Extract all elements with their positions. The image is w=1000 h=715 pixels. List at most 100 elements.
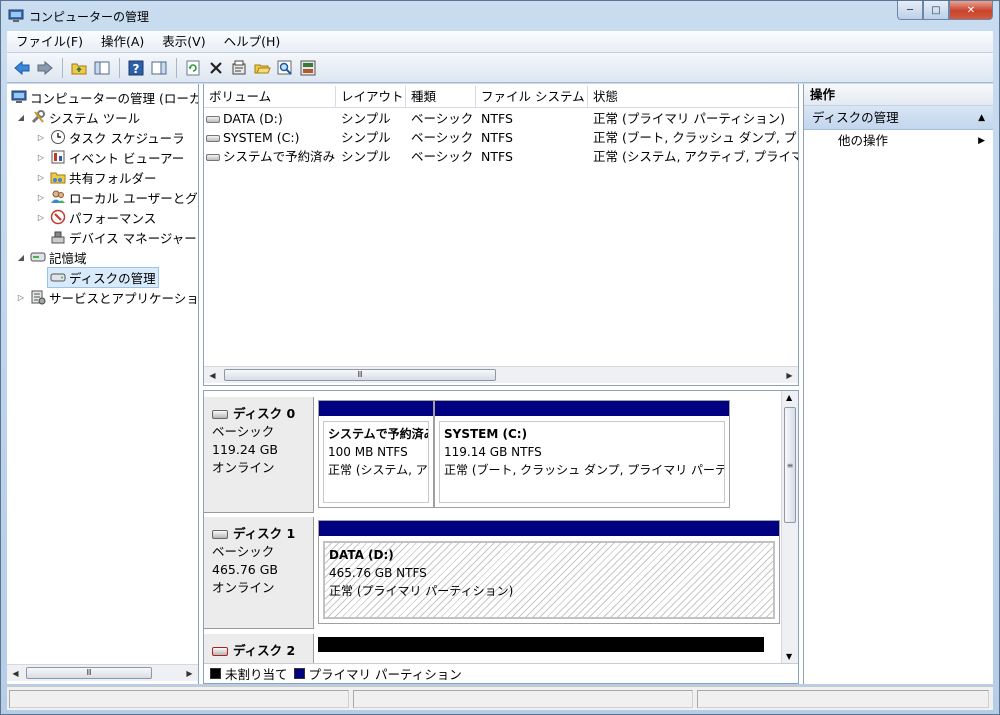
tree-selection[interactable]: ディスクの管理 [47,266,159,288]
action-more-actions[interactable]: 他の操作 ▶ [804,130,993,152]
scroll-left-icon[interactable]: ◀ [7,665,24,681]
up-folder-icon[interactable] [68,57,90,79]
column-header-type[interactable]: 種類 [406,86,476,108]
tree-item-label: コンピューターの管理 (ローカ [30,90,199,106]
expand-triangle-icon[interactable]: ▷ [35,133,47,142]
close-button[interactable]: ✕ [949,1,993,20]
partition-data-d[interactable]: DATA (D:) 465.76 GB NTFS 正常 (プライマリ パーティシ… [318,520,780,624]
tree-item-label: パフォーマンス [69,210,157,226]
volume-list-horizontal-scrollbar[interactable]: ◀ Ⅲ ▶ [204,366,798,383]
search-icon[interactable] [274,57,296,79]
tree-item-event-viewer[interactable]: ▷ イベント ビューアー [35,147,184,167]
action-label: 他の操作 [838,133,889,148]
collapse-triangle-icon[interactable]: ◢ [15,253,27,262]
collapse-up-icon[interactable]: ▲ [978,106,985,130]
title-bar[interactable]: コンピューターの管理 ─ □ ✕ [1,1,999,31]
scroll-down-icon[interactable]: ▼ [786,652,792,661]
cell-type: ベーシック [411,111,474,126]
scroll-up-icon[interactable]: ▲ [786,393,792,402]
volume-disk-icon [206,116,220,123]
column-header-layout[interactable]: レイアウト [336,86,406,108]
disk-type: ベーシック [212,544,275,559]
disk-0-info[interactable]: ディスク 0 ベーシック 119.24 GB オンライン [204,397,314,513]
submenu-arrow-icon: ▶ [978,136,985,146]
disk-name: ディスク 2 [233,643,296,658]
disk-graphical-view: ディスク 0 ベーシック 119.24 GB オンライン システムで予約済み 1… [203,390,799,684]
tree-item-root[interactable]: コンピューターの管理 (ローカ [11,87,199,107]
menu-file[interactable]: ファイル(F) [7,31,92,53]
column-header-filesystem[interactable]: ファイル システム [476,86,588,108]
storage-icon [30,249,46,265]
primary-partition-bar [435,401,729,416]
cell-filesystem: NTFS [481,149,513,164]
cell-status: 正常 (プライマリ パーティション) [593,111,785,126]
tree-item-performance[interactable]: ▷ パフォーマンス [35,207,156,227]
table-row[interactable]: DATA (D:) シンプル ベーシック NTFS 正常 (プライマリ パーティ… [204,109,798,128]
tree-item-label: システム ツール [49,110,141,126]
open-folder-icon[interactable] [251,57,273,79]
minimize-button[interactable]: ─ [897,1,923,20]
svg-text:?: ? [133,62,140,76]
partition-size: 119.14 GB NTFS [444,445,542,459]
column-header-volume[interactable]: ボリューム [204,86,336,108]
expand-triangle-icon[interactable]: ▷ [35,153,47,162]
disk-view-vertical-scrollbar[interactable]: ▲ ≡ ▼ [781,391,798,663]
properties-icon[interactable] [228,57,250,79]
menu-help[interactable]: ヘルプ(H) [215,31,290,53]
scrollbar-thumb[interactable]: Ⅲ [26,667,152,679]
actions-section-disk-management[interactable]: ディスクの管理 ▲ [804,106,993,130]
expand-triangle-icon[interactable]: ▷ [15,293,27,302]
disk-0-row: ディスク 0 ベーシック 119.24 GB オンライン システムで予約済み 1… [204,397,780,513]
partition-size: 465.76 GB NTFS [329,566,427,580]
cell-type: ベーシック [411,130,474,145]
unallocated-bar [318,637,764,652]
scroll-right-icon[interactable]: ▶ [181,665,198,681]
tree-item-storage[interactable]: ◢ 記憶域 [15,247,87,267]
scrollbar-thumb[interactable]: Ⅲ [224,369,496,381]
disk-status: オンライン [212,460,275,475]
table-row[interactable]: システムで予約済み シンプル ベーシック NTFS 正常 (システム, アクティ… [204,147,798,166]
tree-item-shared-folders[interactable]: ▷ 共有フォルダー [35,167,157,187]
cell-type: ベーシック [411,149,474,164]
legend-unallocated-label: 未割り当て [225,667,288,682]
tree-item-system-tools[interactable]: ◢ システム ツール [15,107,140,127]
refresh-icon[interactable] [182,57,204,79]
toolbar-separator [119,57,120,78]
expand-triangle-icon[interactable]: ▷ [35,193,47,202]
tree-item-label: デバイス マネージャー [69,230,197,246]
collapse-triangle-icon[interactable]: ◢ [15,113,27,122]
partition-state: 正常 (プライマリ パーティション) [329,584,514,598]
cell-volume: DATA (D:) [223,111,283,126]
scroll-left-icon[interactable]: ◀ [204,367,221,383]
volume-disk-icon [206,154,220,161]
maximize-button[interactable]: □ [923,1,949,20]
partition-details: システムで予約済み 100 MB NTFS 正常 (システム, ア [323,421,429,503]
tree-horizontal-scrollbar[interactable]: ◀ Ⅲ ▶ [7,664,198,681]
forward-arrow-icon[interactable] [34,57,56,79]
toolbar: ? [7,53,993,83]
tree-item-device-manager[interactable]: デバイス マネージャー [47,227,197,247]
partition-system-reserved[interactable]: システムで予約済み 100 MB NTFS 正常 (システム, ア [318,400,434,508]
show-hide-console-tree-icon[interactable] [91,57,113,79]
menu-action[interactable]: 操作(A) [92,31,153,53]
help-icon[interactable]: ? [125,57,147,79]
tree-item-services-apps[interactable]: ▷ サービスとアプリケーショ [15,287,198,307]
menu-view[interactable]: 表示(V) [153,31,214,53]
show-hide-action-pane-icon[interactable] [148,57,170,79]
tree-item-disk-management[interactable]: ディスクの管理 [47,266,159,288]
column-header-status[interactable]: 状態 [588,86,798,108]
scroll-right-icon[interactable]: ▶ [781,367,798,383]
tree-item-task-scheduler[interactable]: ▷ タスク スケジューラ [35,127,185,147]
tree-item-local-users[interactable]: ▷ ローカル ユーザーとグ [35,187,198,207]
disk-settings-icon[interactable] [297,57,319,79]
disk-1-info[interactable]: ディスク 1 ベーシック 465.76 GB オンライン [204,517,314,629]
delete-icon[interactable] [205,57,227,79]
back-arrow-icon[interactable] [11,57,33,79]
table-row[interactable]: SYSTEM (C:) シンプル ベーシック NTFS 正常 (ブート, クラッ… [204,128,798,147]
partition-system-c[interactable]: SYSTEM (C:) 119.14 GB NTFS 正常 (ブート, クラッシ… [434,400,730,508]
disk-1-row: ディスク 1 ベーシック 465.76 GB オンライン DATA (D:) 4… [204,517,780,629]
volume-list: ボリューム レイアウト 種類 ファイル システム 状態 DATA (D:) シン… [203,84,799,386]
scrollbar-thumb[interactable]: ≡ [784,407,796,523]
expand-triangle-icon[interactable]: ▷ [35,173,47,182]
expand-triangle-icon[interactable]: ▷ [35,213,47,222]
